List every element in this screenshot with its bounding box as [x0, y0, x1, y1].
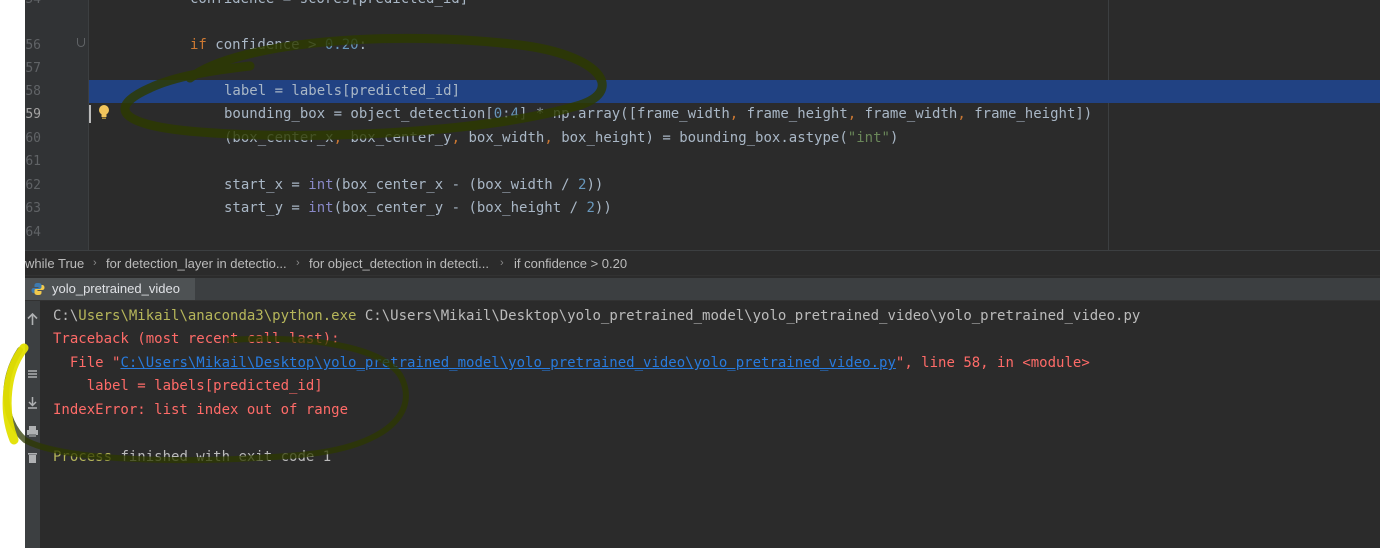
code-token: frame_width [856, 106, 958, 122]
run-tool-window-header: yolo_pretrained_video [25, 278, 1380, 301]
breadcrumb: while True › for detection_layer in dete… [25, 250, 1380, 276]
console-line-traceback: Traceback (most recent call last): [53, 331, 340, 347]
code-token: int [308, 177, 334, 193]
line-number: 54 [25, 0, 41, 11]
bulb-icon[interactable] [97, 104, 111, 120]
scroll-to-end-icon[interactable] [26, 396, 39, 409]
code-line: confidence = scores[predicted_id] [89, 0, 1380, 11]
code-line-selected: label = labels[predicted_id] [89, 80, 1380, 103]
console-text: finished with exit code 1 [112, 449, 332, 465]
code-token: box_width [460, 130, 545, 146]
code-token: (box_center_x [224, 130, 334, 146]
line-number: 64 [25, 225, 41, 240]
line-number-gutter: 54 56 57 58 59 60 61 62 63 64 [25, 0, 89, 250]
ide-window: 54 56 57 58 59 60 61 62 63 64 confidence… [25, 0, 1380, 548]
code-line: start_y = int(box_center_y - (box_height… [89, 197, 1380, 220]
code-token: confidence = scores[predicted_id] [190, 0, 468, 7]
code-token: , [729, 106, 739, 122]
code-token: ) [889, 130, 899, 146]
line-number: 62 [25, 178, 41, 193]
code-token: , [451, 130, 461, 146]
code-line: if confidence > 0.20: [89, 34, 1380, 57]
tab-run-config[interactable]: yolo_pretrained_video [25, 278, 195, 300]
code-token: box_center_y [342, 130, 452, 146]
code-token: frame_height [738, 106, 848, 122]
code-token: start_y = [224, 200, 309, 216]
code-token: if [190, 37, 207, 53]
code-token: label = labels[predicted_id] [224, 83, 461, 99]
code-token: , [333, 130, 343, 146]
console-line-source: label = labels[predicted_id] [53, 378, 323, 394]
code-token: 0 [493, 106, 503, 122]
code-token: , [957, 106, 966, 122]
line-number: 59 [25, 107, 41, 122]
code-token: bounding_box = object_detection[ [224, 106, 494, 122]
code-token: (box_center_y - (box_height / [333, 200, 587, 216]
code-token: ] * np.array([frame_width [519, 106, 730, 122]
breadcrumb-item[interactable]: for detection_layer in detectio... [106, 256, 287, 271]
print-icon[interactable] [26, 425, 39, 438]
breadcrumb-item[interactable]: if confidence > 0.20 [514, 256, 627, 271]
code-token: confidence > [206, 37, 325, 53]
line-number: 61 [25, 154, 41, 169]
fold-icon[interactable] [77, 38, 85, 47]
trash-icon[interactable] [26, 451, 39, 464]
console-line-error: IndexError: list index out of range [53, 402, 349, 418]
run-tab-label: yolo_pretrained_video [52, 281, 180, 296]
console-interpreter-path: Users\Mikail\anaconda3\python.exe [78, 308, 357, 324]
breadcrumb-separator: › [500, 257, 504, 269]
breadcrumb-item[interactable]: for object_detection in detecti... [309, 256, 489, 271]
console-line-exit: Process finished with exit code 1 [53, 446, 331, 469]
console-text: ", line 58, in <module> [895, 355, 1090, 371]
code-editor[interactable]: 54 56 57 58 59 60 61 62 63 64 confidence… [25, 0, 1380, 250]
breadcrumb-separator: › [93, 257, 97, 269]
text-caret [89, 105, 91, 123]
code-token: : [502, 106, 511, 122]
console-text: File " [53, 355, 121, 371]
line-number: 57 [25, 61, 41, 76]
code-token: , [544, 130, 553, 146]
console-line-command: C:\Users\Mikail\anaconda3\python.exe C:\… [53, 305, 1140, 328]
code-token: : [358, 37, 368, 53]
code-token: )) [594, 200, 612, 216]
code-token: 2 [586, 200, 595, 216]
code-token: 0.20 [324, 37, 359, 53]
code-token: box_height) = bounding_box.astype( [552, 130, 848, 146]
line-number: 58 [25, 84, 41, 99]
breadcrumb-separator: › [296, 257, 300, 269]
run-console-output[interactable]: C:\Users\Mikail\anaconda3\python.exe C:\… [40, 301, 1380, 548]
console-text: Process [53, 449, 113, 465]
line-number: 60 [25, 131, 41, 146]
line-number: 56 [25, 38, 41, 53]
code-token: start_x = [224, 177, 309, 193]
code-line-current: bounding_box = object_detection[0:4] * n… [89, 103, 1380, 126]
line-number: 63 [25, 201, 41, 216]
console-script-path: C:\Users\Mikail\Desktop\yolo_pretrained_… [356, 308, 1141, 324]
python-icon [31, 283, 45, 295]
up-arrow-icon[interactable] [26, 313, 39, 326]
code-line: start_x = int(box_center_x - (box_width … [89, 174, 1380, 197]
code-token: )) [586, 177, 604, 193]
run-toolbar [25, 301, 40, 548]
console-text: C:\ [53, 308, 79, 324]
code-token: 4 [510, 106, 520, 122]
code-token: int [308, 200, 334, 216]
code-token: , [847, 106, 857, 122]
code-token: (box_center_x - (box_width / [333, 177, 579, 193]
rerun-icon[interactable] [26, 367, 39, 380]
code-line: (box_center_x, box_center_y, box_width, … [89, 127, 1380, 150]
code-token: "int" [847, 130, 890, 146]
breadcrumb-item[interactable]: while True [25, 256, 84, 271]
console-line-file: File "C:\Users\Mikail\Desktop\yolo_pretr… [53, 352, 1090, 375]
source-file-link[interactable]: C:\Users\Mikail\Desktop\yolo_pretrained_… [120, 355, 895, 371]
code-token: frame_height]) [965, 106, 1093, 122]
